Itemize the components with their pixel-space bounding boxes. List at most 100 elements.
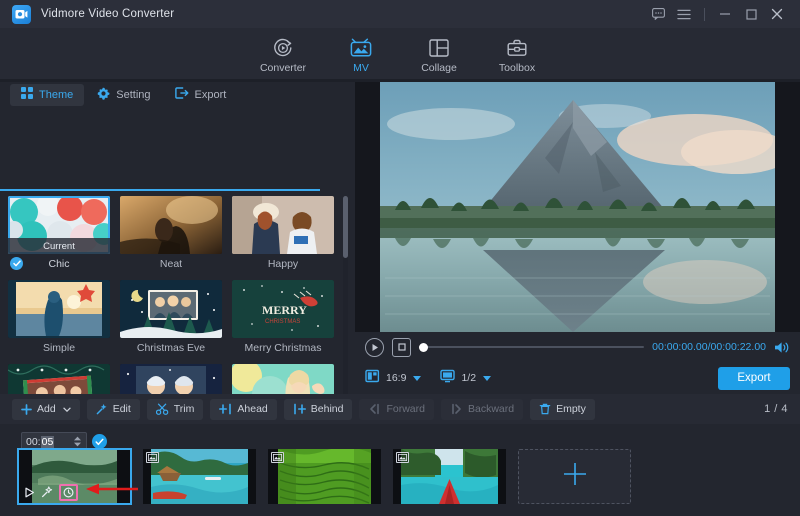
options-row: 16:9 1/2 Export (355, 362, 800, 394)
tab-toolbox[interactable]: Toolbox (478, 28, 556, 82)
theme-label-row: Christmas Eve (120, 338, 222, 358)
chevron-down-icon[interactable] (63, 403, 71, 415)
menu-icon[interactable] (671, 2, 697, 26)
insert-behind-icon (293, 403, 306, 415)
seek-handle[interactable] (419, 343, 428, 352)
image-badge-icon (271, 452, 284, 463)
maximize-icon[interactable] (738, 2, 764, 26)
forward-button[interactable]: Forward (359, 399, 434, 420)
behind-button[interactable]: Behind (284, 399, 353, 420)
aspect-ratio-value: 16:9 (386, 372, 406, 384)
theme-thumbnail[interactable] (120, 280, 222, 338)
subtab-label: Theme (39, 89, 73, 101)
tab-converter[interactable]: Converter (244, 28, 322, 82)
clock-icon[interactable] (59, 484, 78, 501)
timeline-clip-green-terrace[interactable] (268, 432, 381, 504)
subtab-underline (0, 189, 320, 191)
minimize-icon[interactable] (712, 2, 738, 26)
feedback-icon[interactable] (645, 2, 671, 26)
preview-frame (355, 82, 800, 332)
theme-item-merry-christmas[interactable]: MERRY CHRISTMAS Merry Christmas (232, 280, 334, 358)
add-clip-tile[interactable] (518, 449, 631, 504)
subtab-label: Setting (116, 89, 150, 101)
seek-bar[interactable] (419, 340, 644, 354)
button-label: Behind (311, 403, 344, 415)
volume-icon[interactable] (774, 341, 790, 354)
theme-thumbnail[interactable]: Current (8, 196, 110, 254)
button-label: Ahead (237, 403, 267, 415)
duration-seconds[interactable]: 05 (41, 436, 55, 448)
theme-label-row: Chic (8, 254, 110, 274)
gear-icon (97, 87, 110, 103)
trim-button[interactable]: Trim (147, 399, 204, 420)
subtab-theme[interactable]: Theme (10, 84, 84, 106)
svg-text:MERRY: MERRY (262, 303, 307, 317)
theme-thumbnail[interactable] (8, 280, 110, 338)
zoom-control[interactable]: 1/2 (440, 369, 476, 388)
button-label: Edit (113, 403, 131, 415)
theme-item-happy[interactable]: Happy (232, 196, 334, 274)
trash-icon (539, 403, 551, 415)
aspect-ratio-icon (365, 369, 380, 388)
stop-icon[interactable] (392, 338, 411, 357)
toolbox-icon (507, 37, 527, 59)
aspect-ratio-chevron-down-icon[interactable] (413, 376, 421, 381)
playback-row: 00:00:00.00/00:00:22.00 (355, 332, 800, 362)
page-indicator: 1 / 4 (764, 403, 788, 415)
app-logo-icon (12, 5, 31, 24)
add-button[interactable]: Add (12, 399, 80, 420)
insert-ahead-icon (219, 403, 232, 415)
clip-tool-overlay (18, 482, 131, 502)
edit-button[interactable]: Edit (87, 399, 140, 420)
magic-wand-icon[interactable] (41, 486, 53, 498)
close-icon[interactable] (764, 2, 790, 26)
scrollbar-thumb[interactable] (343, 196, 348, 258)
aspect-ratio-control[interactable]: 16:9 (365, 369, 406, 388)
zoom-chevron-down-icon[interactable] (483, 376, 491, 381)
tab-label: Collage (421, 62, 457, 74)
subtab-label: Export (195, 89, 227, 101)
theme-thumbnail[interactable]: MERRY CHRISTMAS (232, 280, 334, 338)
panel-subtabs: Theme Setting Export (0, 82, 355, 107)
confirm-duration-button[interactable] (92, 434, 107, 449)
theme-item-simple[interactable]: Simple (8, 280, 110, 358)
theme-item-neat[interactable]: Neat (120, 196, 222, 274)
magic-wand-icon (96, 403, 108, 415)
backward-button[interactable]: Backward (441, 399, 523, 420)
play-icon[interactable] (24, 487, 35, 498)
tab-label: Toolbox (499, 62, 535, 74)
video-preview[interactable] (355, 82, 800, 332)
theme-item-christmas-eve[interactable]: Christmas Eve (120, 280, 222, 358)
empty-button[interactable]: Empty (530, 399, 595, 420)
ahead-button[interactable]: Ahead (210, 399, 276, 420)
editing-toolbar: Add Edit Trim Ahead (0, 394, 800, 424)
timeline-clip-red-kayak[interactable] (393, 432, 506, 504)
timeline-clip-lagoon-hut[interactable] (143, 432, 256, 504)
theme-thumbnail[interactable] (232, 196, 334, 254)
button-label: Forward (386, 403, 425, 415)
screen-icon (440, 369, 455, 388)
tab-collage[interactable]: Collage (400, 28, 478, 82)
plus-icon (21, 404, 32, 415)
clip-thumbnail[interactable] (268, 449, 381, 504)
tab-label: MV (353, 62, 369, 74)
subtab-export[interactable]: Export (164, 84, 238, 106)
export-button[interactable]: Export (718, 367, 790, 390)
main-navigation: Converter MV Collage Toolbox (0, 28, 800, 82)
timeline-clip-jungle-river[interactable]: 00:05 (18, 432, 131, 504)
duration-stepper[interactable] (73, 436, 82, 447)
grid-icon (21, 87, 33, 102)
current-badge: Current (8, 238, 110, 254)
player-controls: 00:00:00.00/00:00:22.00 16:9 1/2 Export (355, 332, 800, 394)
title-bar: Vidmore Video Converter (0, 0, 800, 28)
tab-mv[interactable]: MV (322, 28, 400, 82)
theme-thumbnail[interactable] (120, 196, 222, 254)
button-label: Trim (174, 403, 195, 415)
clip-thumbnail[interactable] (143, 449, 256, 504)
play-icon[interactable] (365, 338, 384, 357)
clip-thumbnail[interactable] (393, 449, 506, 504)
image-badge-icon (396, 452, 409, 463)
theme-label-row: Neat (120, 254, 222, 274)
subtab-setting[interactable]: Setting (86, 84, 161, 106)
theme-item-chic[interactable]: Current Chic (8, 196, 110, 274)
